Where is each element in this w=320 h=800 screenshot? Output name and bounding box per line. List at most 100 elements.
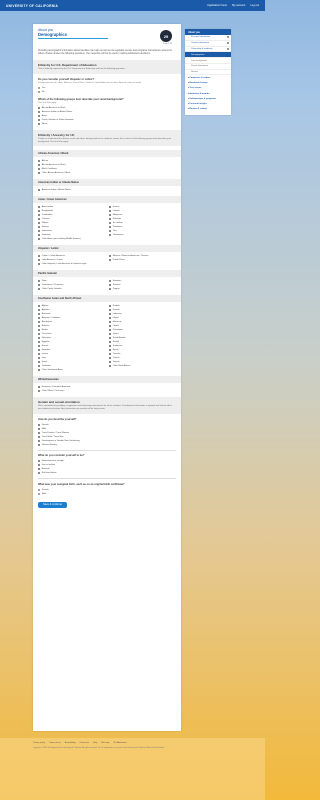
checkbox-icon[interactable] — [38, 345, 41, 348]
nav-my-account[interactable]: My account — [232, 4, 245, 7]
checkbox-icon[interactable] — [38, 390, 41, 393]
checkbox-icon[interactable] — [38, 238, 41, 241]
sidebar-item-review[interactable]: Review — [185, 70, 231, 76]
checkbox-icon[interactable] — [38, 333, 41, 336]
radio-icon[interactable] — [38, 90, 41, 93]
footer-link[interactable]: UC Admissions — [113, 742, 127, 744]
checkbox-icon[interactable] — [109, 218, 112, 221]
checkbox-icon[interactable] — [38, 365, 41, 368]
checkbox-option[interactable]: Vietnamese — [109, 233, 176, 237]
checkbox-icon[interactable] — [38, 472, 41, 475]
checkbox-icon[interactable] — [38, 361, 41, 364]
checkbox-icon[interactable] — [109, 313, 112, 316]
checkbox-icon[interactable] — [109, 255, 112, 258]
checkbox-icon[interactable] — [38, 317, 41, 320]
footer-link[interactable]: Contact us — [80, 742, 90, 744]
checkbox-icon[interactable] — [38, 460, 41, 463]
checkbox-icon[interactable] — [38, 106, 41, 109]
checkbox-option[interactable]: Different Identity — [38, 443, 176, 447]
checkbox-icon[interactable] — [38, 341, 41, 344]
checkbox-icon[interactable] — [38, 435, 41, 439]
checkbox-icon[interactable] — [38, 386, 41, 389]
checkbox-icon[interactable] — [109, 337, 112, 340]
checkbox-icon[interactable] — [38, 337, 41, 340]
footer-link[interactable]: Terms of use — [49, 742, 60, 744]
checkbox-option[interactable]: Other, African American / Black — [38, 171, 176, 175]
checkbox-icon[interactable] — [38, 214, 41, 217]
radio-option[interactable]: No — [38, 90, 176, 94]
checkbox-icon[interactable] — [109, 329, 112, 332]
checkbox-option[interactable]: Other White / Caucasian — [38, 389, 176, 393]
checkbox-icon[interactable] — [38, 325, 41, 328]
checkbox-icon[interactable] — [38, 255, 41, 258]
checkbox-icon[interactable] — [109, 345, 112, 348]
checkbox-icon[interactable] — [109, 349, 112, 352]
radio-icon[interactable] — [38, 488, 41, 491]
checkbox-icon[interactable] — [38, 110, 41, 113]
checkbox-icon[interactable] — [38, 118, 41, 121]
checkbox-icon[interactable] — [38, 284, 41, 287]
checkbox-icon[interactable] — [38, 329, 41, 332]
checkbox-icon[interactable] — [109, 357, 112, 360]
checkbox-icon[interactable] — [109, 234, 112, 237]
checkbox-icon[interactable] — [38, 160, 41, 163]
checkbox-icon[interactable] — [38, 206, 41, 209]
checkbox-option[interactable]: Other Pacific Islander — [38, 287, 105, 291]
checkbox-option[interactable]: Other Asian (not including Middle Easter… — [38, 237, 105, 241]
checkbox-icon[interactable] — [38, 357, 41, 360]
checkbox-icon[interactable] — [38, 164, 41, 167]
checkbox-icon[interactable] — [109, 259, 112, 262]
checkbox-icon[interactable] — [38, 353, 41, 356]
checkbox-icon[interactable] — [38, 309, 41, 312]
footer-link[interactable]: Site map — [101, 742, 109, 744]
checkbox-icon[interactable] — [109, 206, 112, 209]
save-continue-button[interactable]: Save & continue — [38, 501, 67, 508]
checkbox-icon[interactable] — [109, 280, 112, 283]
checkbox-icon[interactable] — [109, 214, 112, 217]
checkbox-icon[interactable] — [109, 309, 112, 312]
checkbox-option[interactable]: White — [38, 122, 176, 126]
checkbox-icon[interactable] — [109, 284, 112, 287]
checkbox-icon[interactable] — [38, 431, 41, 435]
checkbox-icon[interactable] — [38, 263, 41, 266]
checkbox-icon[interactable] — [38, 168, 41, 171]
nav-application-home[interactable]: Application home — [207, 4, 227, 7]
checkbox-icon[interactable] — [109, 226, 112, 229]
checkbox-option[interactable]: Other North African — [109, 364, 176, 368]
footer-link[interactable]: Privacy policy — [33, 742, 45, 744]
checkbox-icon[interactable] — [38, 218, 41, 221]
checkbox-option[interactable]: Other Hispanic, Latin American or Spanis… — [38, 262, 105, 266]
checkbox-icon[interactable] — [38, 305, 41, 308]
checkbox-option[interactable]: Other Southwest Asian — [38, 368, 105, 372]
footer-link[interactable]: Help — [93, 742, 97, 744]
checkbox-icon[interactable] — [109, 288, 112, 291]
sidebar-section-review-submit[interactable]: ▸ Review & submit — [185, 107, 231, 112]
footer-link[interactable]: Accessibility — [65, 742, 76, 744]
checkbox-icon[interactable] — [38, 423, 41, 427]
checkbox-option[interactable]: Not listed above — [38, 471, 176, 475]
checkbox-icon[interactable] — [38, 288, 41, 291]
checkbox-icon[interactable] — [38, 313, 41, 316]
checkbox-icon[interactable] — [38, 230, 41, 233]
checkbox-option[interactable]: Puerto Rican — [109, 258, 176, 262]
checkbox-icon[interactable] — [109, 341, 112, 344]
checkbox-icon[interactable] — [109, 210, 112, 213]
checkbox-icon[interactable] — [38, 210, 41, 213]
nav-log-out[interactable]: Log out — [250, 4, 259, 7]
checkbox-icon[interactable] — [38, 321, 41, 324]
checkbox-icon[interactable] — [109, 325, 112, 328]
university-logo[interactable]: UNIVERSITY OF CALIFORNIA — [6, 4, 58, 8]
radio-option[interactable]: Male — [38, 492, 176, 496]
checkbox-icon[interactable] — [109, 317, 112, 320]
checkbox-icon[interactable] — [38, 349, 41, 352]
checkbox-icon[interactable] — [109, 222, 112, 225]
checkbox-icon[interactable] — [38, 222, 41, 225]
checkbox-icon[interactable] — [109, 353, 112, 356]
checkbox-icon[interactable] — [109, 365, 112, 368]
radio-icon[interactable] — [38, 86, 41, 89]
checkbox-icon[interactable] — [38, 280, 41, 283]
checkbox-icon[interactable] — [38, 234, 41, 237]
checkbox-icon[interactable] — [38, 439, 41, 443]
checkbox-icon[interactable] — [38, 259, 41, 262]
checkbox-icon[interactable] — [109, 305, 112, 308]
